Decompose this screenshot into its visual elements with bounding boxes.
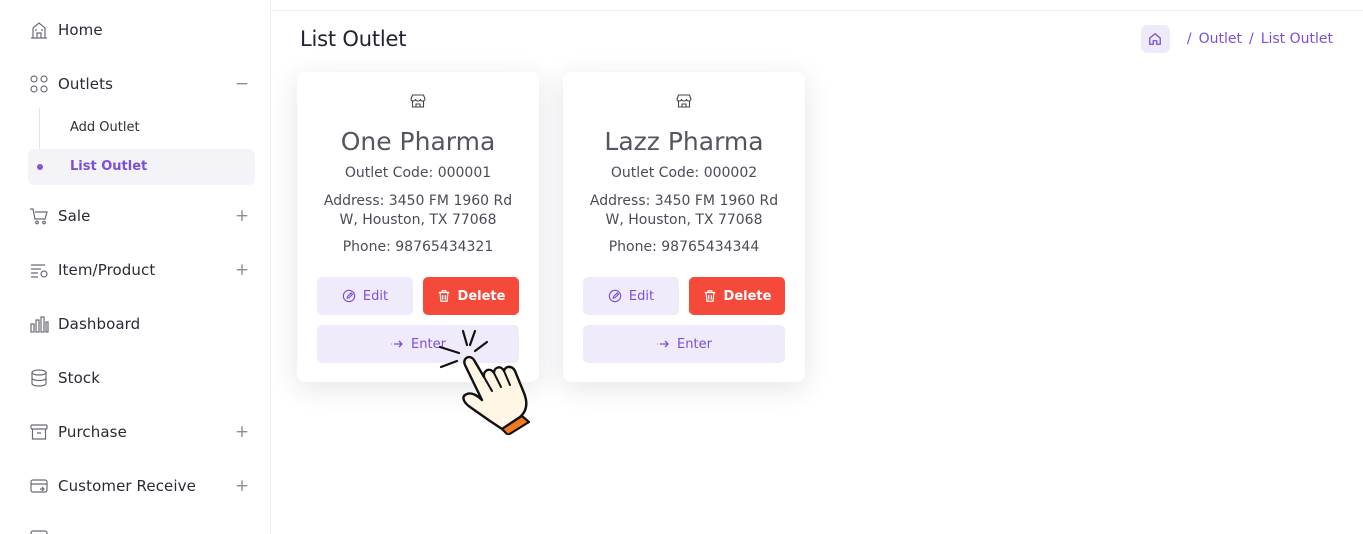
edit-label: Edit — [628, 288, 655, 304]
home-icon — [29, 20, 49, 40]
sidebar-item-label: Sale — [58, 207, 91, 225]
sidebar-subitem-list-outlet[interactable]: List Outlet — [70, 159, 147, 174]
delete-label: Delete — [723, 288, 772, 304]
header-divider — [271, 10, 1363, 11]
cart-icon — [29, 206, 49, 226]
sidebar-item-outlets[interactable]: Outlets − — [0, 69, 271, 99]
outlet-name: One Pharma — [340, 127, 496, 156]
sidebar-item-dashboard[interactable]: Dashboard — [0, 309, 271, 339]
delete-button[interactable]: Delete — [423, 277, 519, 315]
arrow-right-icon — [391, 340, 403, 348]
breadcrumb-outlet[interactable]: Outlet — [1199, 31, 1242, 47]
sidebar-item-label: Item/Product — [58, 261, 156, 279]
outlet-phone: Phone: 98765434321 — [342, 239, 494, 255]
edit-icon — [342, 289, 356, 303]
expand-icon[interactable]: + — [234, 476, 250, 496]
active-dot-icon — [37, 164, 43, 170]
archive-icon — [29, 422, 49, 442]
sidebar-item-customer-receive[interactable]: Customer Receive + — [0, 471, 271, 501]
outlet-name: Lazz Pharma — [604, 127, 764, 156]
sidebar-item-sale[interactable]: Sale + — [0, 201, 271, 231]
database-icon — [29, 368, 49, 388]
store-icon — [563, 94, 805, 108]
collapse-icon[interactable]: − — [234, 74, 250, 94]
outlet-code: Outlet Code: 000002 — [610, 165, 758, 181]
page-title: List Outlet — [300, 27, 407, 51]
delete-label: Delete — [457, 288, 506, 304]
store-icon — [297, 94, 539, 108]
outlet-address: Address: 3450 FM 1960 Rd W, Houston, TX … — [323, 193, 513, 228]
breadcrumb-separator: / — [1186, 31, 1192, 47]
bar-chart-icon — [29, 314, 49, 334]
trash-icon — [704, 290, 715, 302]
sidebar: Home Outlets − Add Outlet List Outlet Sa… — [0, 0, 271, 534]
expand-icon[interactable]: + — [234, 422, 250, 442]
sidebar-item-label: Customer Receive — [58, 477, 196, 495]
sidebar-item-item-product[interactable]: Item/Product + — [0, 255, 271, 285]
sidebar-item-label: Stock — [58, 369, 101, 387]
grid-icon — [29, 74, 49, 94]
edit-button[interactable]: Edit — [583, 277, 679, 315]
sidebar-item-partial[interactable] — [0, 522, 271, 534]
expand-icon[interactable]: + — [234, 260, 250, 280]
sidebar-item-label: Purchase — [58, 423, 127, 441]
breadcrumb-separator: / — [1248, 31, 1254, 47]
hand-pointer-icon — [438, 329, 531, 435]
sidebar-item-purchase[interactable]: Purchase + — [0, 417, 271, 447]
delete-button[interactable]: Delete — [689, 277, 785, 315]
receive-icon — [29, 527, 49, 534]
edit-button[interactable]: Edit — [317, 277, 413, 315]
receive-icon — [29, 476, 49, 496]
sidebar-item-label: Dashboard — [58, 315, 141, 333]
breadcrumb-list-outlet: List Outlet — [1260, 31, 1333, 47]
sidebar-item-stock[interactable]: Stock — [0, 363, 271, 393]
outlet-card: Lazz Pharma Outlet Code: 000002 Address:… — [563, 72, 805, 382]
arrow-right-icon — [657, 340, 669, 348]
sidebar-item-label: Outlets — [58, 75, 113, 93]
outlet-phone: Phone: 98765434344 — [608, 239, 760, 255]
breadcrumb: / Outlet / List Outlet — [1140, 25, 1333, 53]
sidebar-subitem-add-outlet[interactable]: Add Outlet — [70, 120, 140, 135]
outlet-address: Address: 3450 FM 1960 Rd W, Houston, TX … — [589, 193, 779, 228]
list-icon — [29, 260, 49, 280]
edit-label: Edit — [362, 288, 389, 304]
enter-button[interactable]: Enter — [583, 325, 785, 363]
edit-icon — [608, 289, 622, 303]
sidebar-item-home[interactable]: Home — [0, 15, 271, 45]
sidebar-item-label: Home — [58, 21, 103, 39]
expand-icon[interactable]: + — [234, 206, 250, 226]
breadcrumb-home-icon[interactable] — [1140, 25, 1170, 53]
trash-icon — [438, 290, 449, 302]
enter-label: Enter — [677, 336, 712, 352]
outlet-code: Outlet Code: 000001 — [344, 165, 492, 181]
